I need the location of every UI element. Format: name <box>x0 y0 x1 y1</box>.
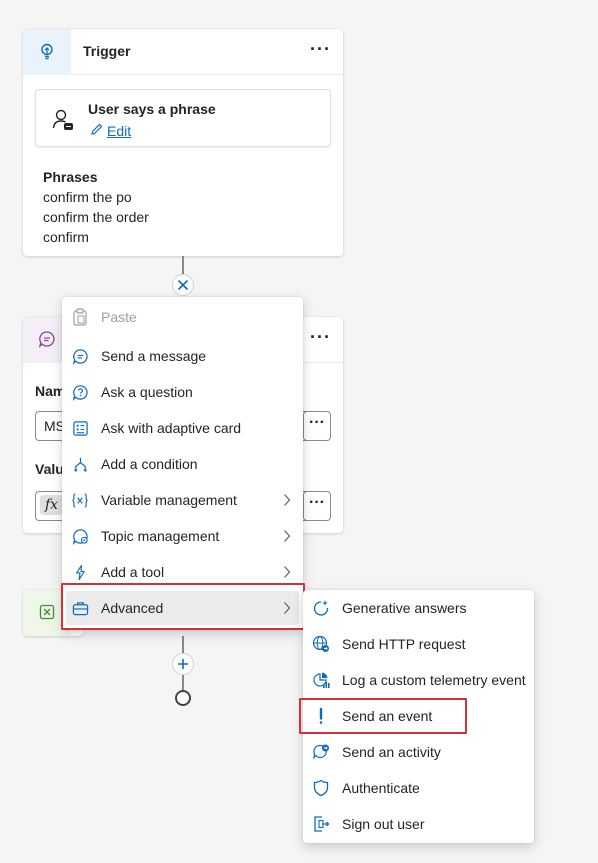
menu-item-label: Add a tool <box>101 564 165 580</box>
topic-icon <box>70 526 90 546</box>
close-icon <box>177 276 189 294</box>
submenu-item-label: Log a custom telemetry event <box>342 672 526 688</box>
question-icon <box>70 382 90 402</box>
message-icon <box>70 346 90 366</box>
menu-item-adaptive-card[interactable]: Ask with adaptive card <box>66 411 299 445</box>
trigger-card[interactable]: Trigger ··· User says a phrase Edit Phra… <box>23 29 343 256</box>
submenu-item-label: Sign out user <box>342 816 425 832</box>
menu-item-label: Ask with adaptive card <box>101 420 242 436</box>
trigger-icon-box <box>23 29 71 75</box>
phrases-section: Phrases confirm the po confirm the order… <box>43 167 149 247</box>
submenu-item-send-http-request[interactable]: Send HTTP request <box>307 627 530 661</box>
menu-item-label: Variable management <box>101 492 237 508</box>
shield-icon <box>311 778 331 798</box>
trigger-more-button[interactable]: ··· <box>310 39 331 59</box>
name-field-options-button[interactable]: ··· <box>303 411 331 441</box>
flow-end-node <box>175 690 191 706</box>
chat-bubble-icon <box>38 330 56 351</box>
submenu-item-label: Send an activity <box>342 744 441 760</box>
insert-node-menu: Paste Send a message Ask a question Ask … <box>62 297 303 630</box>
menu-item-label: Topic management <box>101 528 220 544</box>
formula-icon[interactable]: fx <box>40 495 64 515</box>
menu-item-topic-management[interactable]: Topic management <box>66 519 299 553</box>
adaptive-card-icon <box>70 418 90 438</box>
value-field-options-button[interactable]: ··· <box>303 491 331 521</box>
condition-icon <box>70 454 90 474</box>
user-says-phrase-card[interactable]: User says a phrase Edit <box>35 89 331 147</box>
submenu-item-telemetry-event[interactable]: Log a custom telemetry event <box>307 663 530 697</box>
end-conversation-icon <box>39 604 55 623</box>
phrase-item: confirm the po <box>43 189 132 205</box>
menu-item-label: Paste <box>101 309 137 325</box>
trigger-title: Trigger <box>83 43 131 59</box>
menu-item-paste: Paste <box>66 300 299 334</box>
menu-item-send-message[interactable]: Send a message <box>66 339 299 373</box>
menu-item-label: Add a condition <box>101 456 198 472</box>
connector-line <box>182 256 184 276</box>
lightbulb-icon <box>38 42 56 63</box>
submenu-item-generative-answers[interactable]: Generative answers <box>307 591 530 625</box>
phrases-label: Phrases <box>43 169 98 185</box>
advanced-highlight-box <box>61 583 305 630</box>
chevron-right-icon <box>283 565 291 582</box>
message-more-button[interactable]: ··· <box>310 327 331 347</box>
submenu-item-sign-out-user[interactable]: Sign out user <box>307 807 530 841</box>
trigger-header: Trigger ··· <box>23 29 343 75</box>
chevron-right-icon <box>283 529 291 546</box>
menu-item-ask-question[interactable]: Ask a question <box>66 375 299 409</box>
edit-link[interactable]: Edit <box>90 122 131 139</box>
telemetry-icon <box>311 670 331 690</box>
submenu-item-label: Authenticate <box>342 780 420 796</box>
submenu-item-authenticate[interactable]: Authenticate <box>307 771 530 805</box>
tool-icon <box>70 562 90 582</box>
plus-icon <box>177 655 189 673</box>
variable-icon <box>70 490 90 510</box>
generative-answers-icon <box>311 598 331 618</box>
activity-icon <box>311 742 331 762</box>
menu-item-variable-management[interactable]: Variable management <box>66 483 299 517</box>
chevron-right-icon <box>283 493 291 510</box>
user-says-phrase-title: User says a phrase <box>88 101 216 117</box>
menu-item-label: Ask a question <box>101 384 193 400</box>
submenu-item-label: Generative answers <box>342 600 467 616</box>
send-event-highlight-box <box>299 698 467 734</box>
close-insert-button[interactable] <box>172 274 194 296</box>
phrase-item: confirm the order <box>43 209 149 225</box>
connector-line <box>182 675 184 691</box>
menu-item-add-condition[interactable]: Add a condition <box>66 447 299 481</box>
phrase-item: confirm <box>43 229 89 245</box>
name-field-label: Nam <box>35 383 66 399</box>
add-node-button[interactable] <box>172 653 194 675</box>
http-request-icon <box>311 634 331 654</box>
value-field-label: Valu <box>35 461 64 477</box>
user-chat-icon <box>52 108 74 135</box>
menu-item-label: Send a message <box>101 348 207 364</box>
paste-icon <box>70 307 90 327</box>
submenu-item-label: Send HTTP request <box>342 636 466 652</box>
submenu-item-send-activity[interactable]: Send an activity <box>307 735 530 769</box>
edit-link-label[interactable]: Edit <box>107 123 131 139</box>
pencil-icon <box>90 122 104 139</box>
sign-out-icon <box>311 814 331 834</box>
